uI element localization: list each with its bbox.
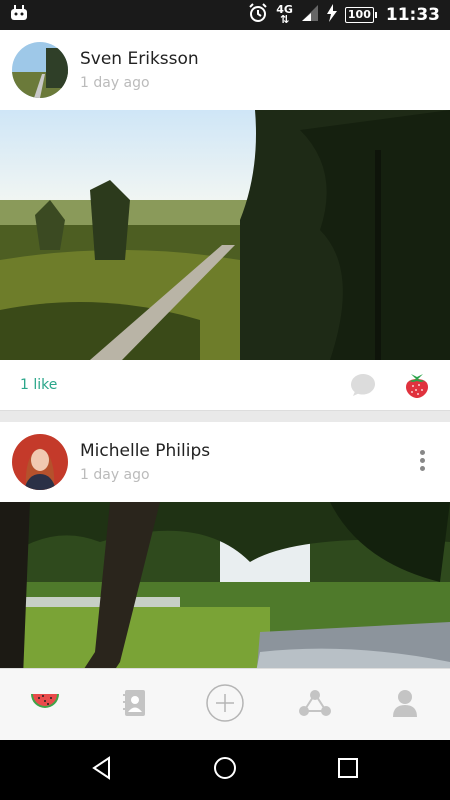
android-nav-bar: [0, 740, 450, 800]
status-time: 11:33: [385, 5, 440, 25]
network-indicator: 4G ⇅: [276, 3, 293, 26]
home-button[interactable]: [210, 755, 240, 785]
avatar[interactable]: [12, 434, 68, 490]
back-triangle-icon: [90, 756, 114, 784]
post-card: Sven Eriksson 1 day ago 1 like: [0, 30, 450, 410]
tab-add[interactable]: [203, 683, 247, 727]
post-divider: [0, 410, 450, 422]
share-network-icon: [299, 689, 331, 721]
tab-network[interactable]: [293, 683, 337, 727]
strawberry-like-icon[interactable]: [404, 371, 430, 399]
alarm-clock-icon: [248, 3, 268, 27]
post-time: 1 day ago: [80, 467, 150, 483]
post-author[interactable]: Sven Eriksson: [80, 49, 199, 69]
bottom-tab-bar: [0, 668, 450, 740]
like-count[interactable]: 1 like: [20, 377, 350, 393]
post-image[interactable]: [0, 502, 450, 668]
recents-square-icon: [337, 757, 359, 783]
home-circle-icon: [212, 755, 238, 785]
android-notification-icon: [10, 5, 28, 25]
profile-icon: [392, 689, 418, 721]
post-header: Michelle Philips 1 day ago: [0, 422, 450, 502]
charging-icon: [326, 4, 337, 26]
recents-button[interactable]: [333, 755, 363, 785]
tab-feed[interactable]: [23, 683, 67, 727]
post-actions: 1 like: [0, 360, 450, 410]
post-header: Sven Eriksson 1 day ago: [0, 30, 450, 110]
comment-icon[interactable]: [350, 373, 376, 397]
watermelon-icon: [30, 692, 60, 718]
status-bar: 4G ⇅ 100 11:33: [0, 0, 450, 30]
address-book-icon: [123, 689, 147, 721]
post-image[interactable]: [0, 110, 450, 360]
add-circle-icon: [205, 683, 245, 727]
more-options-icon[interactable]: [418, 450, 426, 474]
battery-indicator: 100: [344, 7, 377, 23]
back-button[interactable]: [87, 755, 117, 785]
network-type: 4G: [276, 3, 293, 16]
tab-contacts[interactable]: [113, 683, 157, 727]
post-time: 1 day ago: [80, 75, 150, 91]
tab-profile[interactable]: [383, 683, 427, 727]
feed[interactable]: Sven Eriksson 1 day ago 1 like Michelle …: [0, 30, 450, 668]
post-author[interactable]: Michelle Philips: [80, 441, 210, 461]
avatar[interactable]: [12, 42, 68, 98]
post-card: Michelle Philips 1 day ago: [0, 422, 450, 668]
signal-icon: [301, 4, 319, 26]
